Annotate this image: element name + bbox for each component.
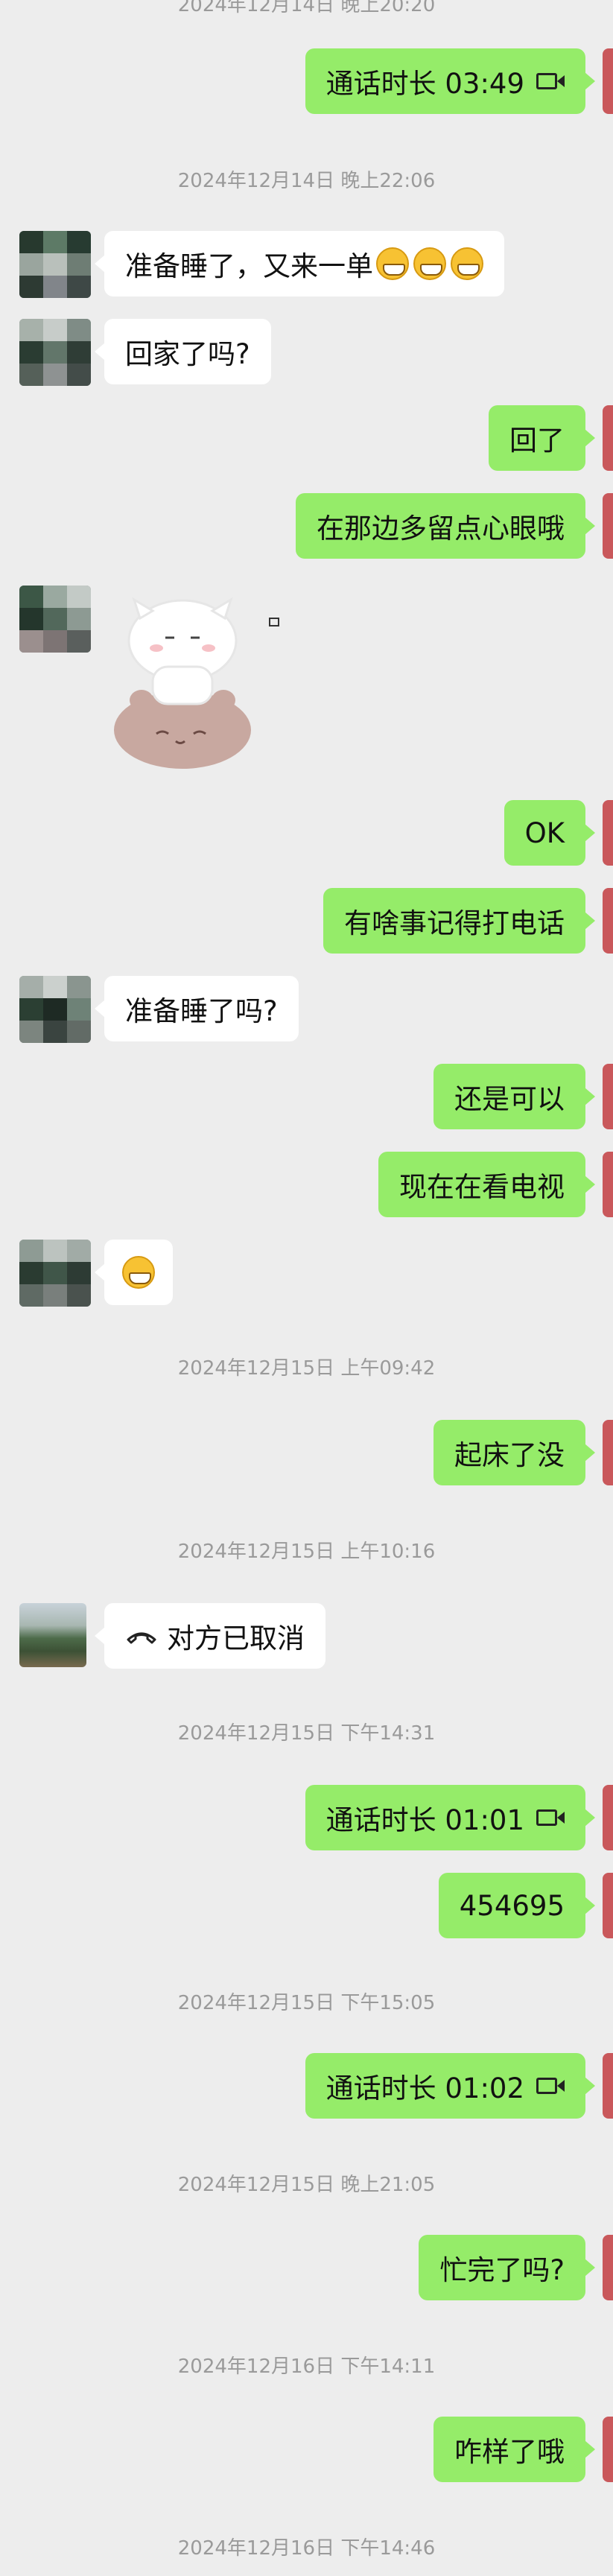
- contact-avatar[interactable]: [19, 976, 91, 1043]
- received-emoji-message[interactable]: [95, 1240, 173, 1305]
- timestamp: 2024年12月16日 下午14:46: [177, 2537, 436, 2560]
- video-call-icon: [536, 2076, 565, 2096]
- message-text: 忙完了吗?: [439, 2254, 565, 2286]
- contact-avatar[interactable]: [19, 586, 91, 653]
- call-duration-message[interactable]: 通话时长 01:01: [305, 1785, 596, 1850]
- contact-avatar[interactable]: [19, 1240, 91, 1307]
- bear-sticker-image[interactable]: [112, 589, 290, 775]
- message-text: 对方已取消: [167, 1622, 305, 1655]
- message-text: 回了: [509, 425, 565, 457]
- message-text: 还是可以: [454, 1083, 565, 1115]
- video-call-icon: [536, 1808, 565, 1827]
- sent-message[interactable]: 454695: [438, 1873, 596, 1938]
- sent-message[interactable]: OK: [504, 800, 596, 866]
- grinning-emoji-icon: [376, 247, 409, 280]
- message-text: OK: [524, 816, 565, 849]
- received-message[interactable]: 回家了吗?: [95, 319, 271, 384]
- timestamp: 2024年12月15日 晚上21:05: [177, 2174, 436, 2196]
- timestamp: 2024年12月15日 下午14:31: [177, 1722, 436, 1745]
- timestamp: 2024年12月16日 下午14:11: [177, 2355, 436, 2378]
- my-avatar[interactable]: [603, 493, 613, 559]
- message-text: 起床了没: [454, 1439, 565, 1471]
- my-avatar[interactable]: [603, 405, 613, 471]
- sent-message[interactable]: 现在在看电视: [378, 1152, 595, 1217]
- my-avatar[interactable]: [603, 1420, 613, 1485]
- sent-message[interactable]: 有啥事记得打电话: [323, 888, 595, 954]
- message-text: 通话时长 01:02: [325, 2072, 524, 2104]
- grinning-emoji-icon: [413, 247, 446, 280]
- contact-avatar[interactable]: [19, 1603, 86, 1667]
- sent-message[interactable]: 在那边多留点心眼哦: [296, 493, 595, 559]
- grinning-emoji-icon: [451, 247, 483, 280]
- message-text: 通话时长 01:01: [325, 1804, 524, 1836]
- my-avatar[interactable]: [603, 2417, 613, 2482]
- message-text: 有啥事记得打电话: [344, 907, 565, 939]
- message-text: 咋样了哦: [454, 2436, 565, 2468]
- call-duration-message[interactable]: 通话时长 03:49: [305, 48, 596, 114]
- timestamp: 2024年12月15日 下午15:05: [177, 1992, 436, 2014]
- timestamp: 2024年12月15日 上午09:42: [177, 1357, 436, 1380]
- call-duration-message[interactable]: 通话时长 01:02: [305, 2053, 596, 2119]
- message-text: 准备睡了，又来一单: [125, 250, 373, 282]
- my-avatar[interactable]: [603, 2053, 613, 2119]
- my-avatar[interactable]: [603, 48, 613, 114]
- my-avatar[interactable]: [603, 1152, 613, 1217]
- contact-avatar[interactable]: [19, 319, 91, 386]
- timestamp: 2024年12月14日 晚上22:06: [177, 170, 436, 192]
- sent-message[interactable]: 忙完了吗?: [419, 2235, 595, 2300]
- partial-timestamp: 2024年12月14日 晚上20:20: [177, 0, 436, 16]
- my-avatar[interactable]: [603, 888, 613, 954]
- sent-message[interactable]: 还是可以: [433, 1064, 595, 1129]
- message-text: 在那边多留点心眼哦: [317, 513, 565, 545]
- sent-message[interactable]: 咋样了哦: [433, 2417, 595, 2482]
- contact-avatar[interactable]: [19, 231, 91, 298]
- my-avatar[interactable]: [603, 800, 613, 866]
- cancelled-call-message[interactable]: 对方已取消: [95, 1603, 325, 1669]
- my-avatar[interactable]: [603, 1873, 613, 1938]
- message-text: 回家了吗?: [125, 338, 250, 370]
- received-message[interactable]: 准备睡了吗?: [95, 976, 299, 1041]
- grinning-emoji-icon: [122, 1256, 155, 1289]
- sent-message[interactable]: 起床了没: [433, 1420, 595, 1485]
- message-text: 454695: [459, 1889, 565, 1922]
- my-avatar[interactable]: [603, 1785, 613, 1850]
- message-text: 通话时长 03:49: [325, 68, 524, 100]
- timestamp: 2024年12月15日 上午10:16: [177, 1541, 436, 1563]
- video-call-icon: [536, 72, 565, 91]
- message-text: 准备睡了吗?: [125, 995, 278, 1027]
- hang-up-phone-icon: [127, 1632, 156, 1644]
- sent-message[interactable]: 回了: [489, 405, 595, 471]
- message-text: 现在在看电视: [399, 1171, 565, 1203]
- my-avatar[interactable]: [603, 2235, 613, 2300]
- received-message[interactable]: 准备睡了，又来一单: [95, 231, 504, 296]
- my-avatar[interactable]: [603, 1064, 613, 1129]
